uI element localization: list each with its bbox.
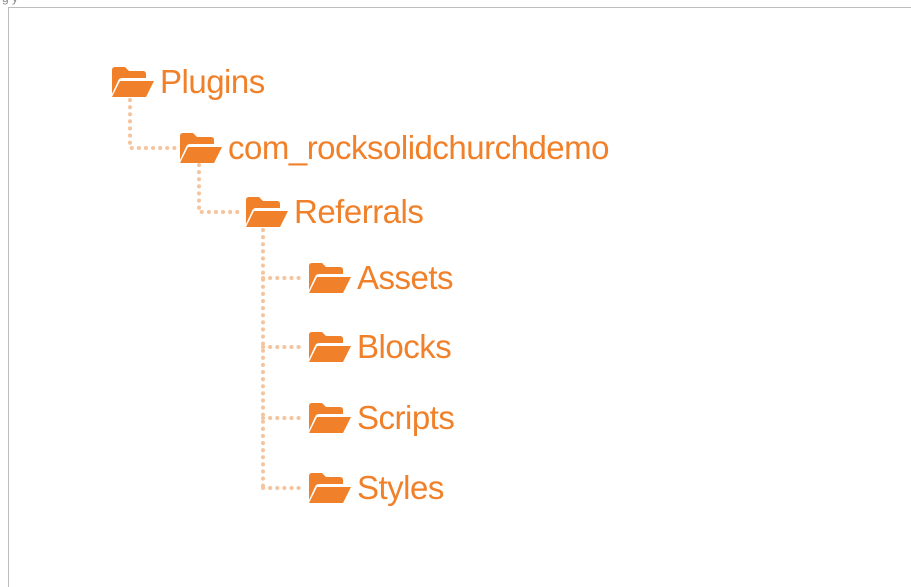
folder-open-icon — [309, 403, 351, 433]
folder-open-icon — [309, 263, 351, 293]
folder-open-icon — [246, 197, 288, 227]
tree-node-styles[interactable]: Styles — [307, 468, 444, 508]
connector-plugins — [128, 98, 180, 150]
folder-open-icon — [309, 473, 351, 503]
tree-node-label: com_rocksolidchurchdemo — [228, 129, 610, 166]
tree-node-label: Blocks — [357, 328, 452, 365]
tree-node-label: Styles — [357, 469, 444, 506]
tree-node-com-rocksolidchurchdemo[interactable]: com_rocksolidchurchdemo — [178, 128, 610, 168]
tree-node-label: Referrals — [294, 193, 424, 230]
tree-node-blocks[interactable]: Blocks — [307, 327, 452, 367]
tree-node-label: Scripts — [357, 399, 455, 436]
tree-node-assets[interactable]: Assets — [307, 258, 454, 298]
folder-open-icon — [112, 67, 154, 97]
tree-node-label: Plugins — [160, 63, 265, 100]
folder-open-icon — [309, 332, 351, 362]
tree-node-referrals[interactable]: Referrals — [244, 192, 424, 232]
connector-com — [197, 163, 246, 214]
folder-open-icon — [180, 133, 222, 163]
tree-node-label: Assets — [357, 259, 454, 296]
tree-node-scripts[interactable]: Scripts — [307, 398, 455, 438]
tree-node-plugins[interactable]: Plugins — [110, 62, 265, 102]
